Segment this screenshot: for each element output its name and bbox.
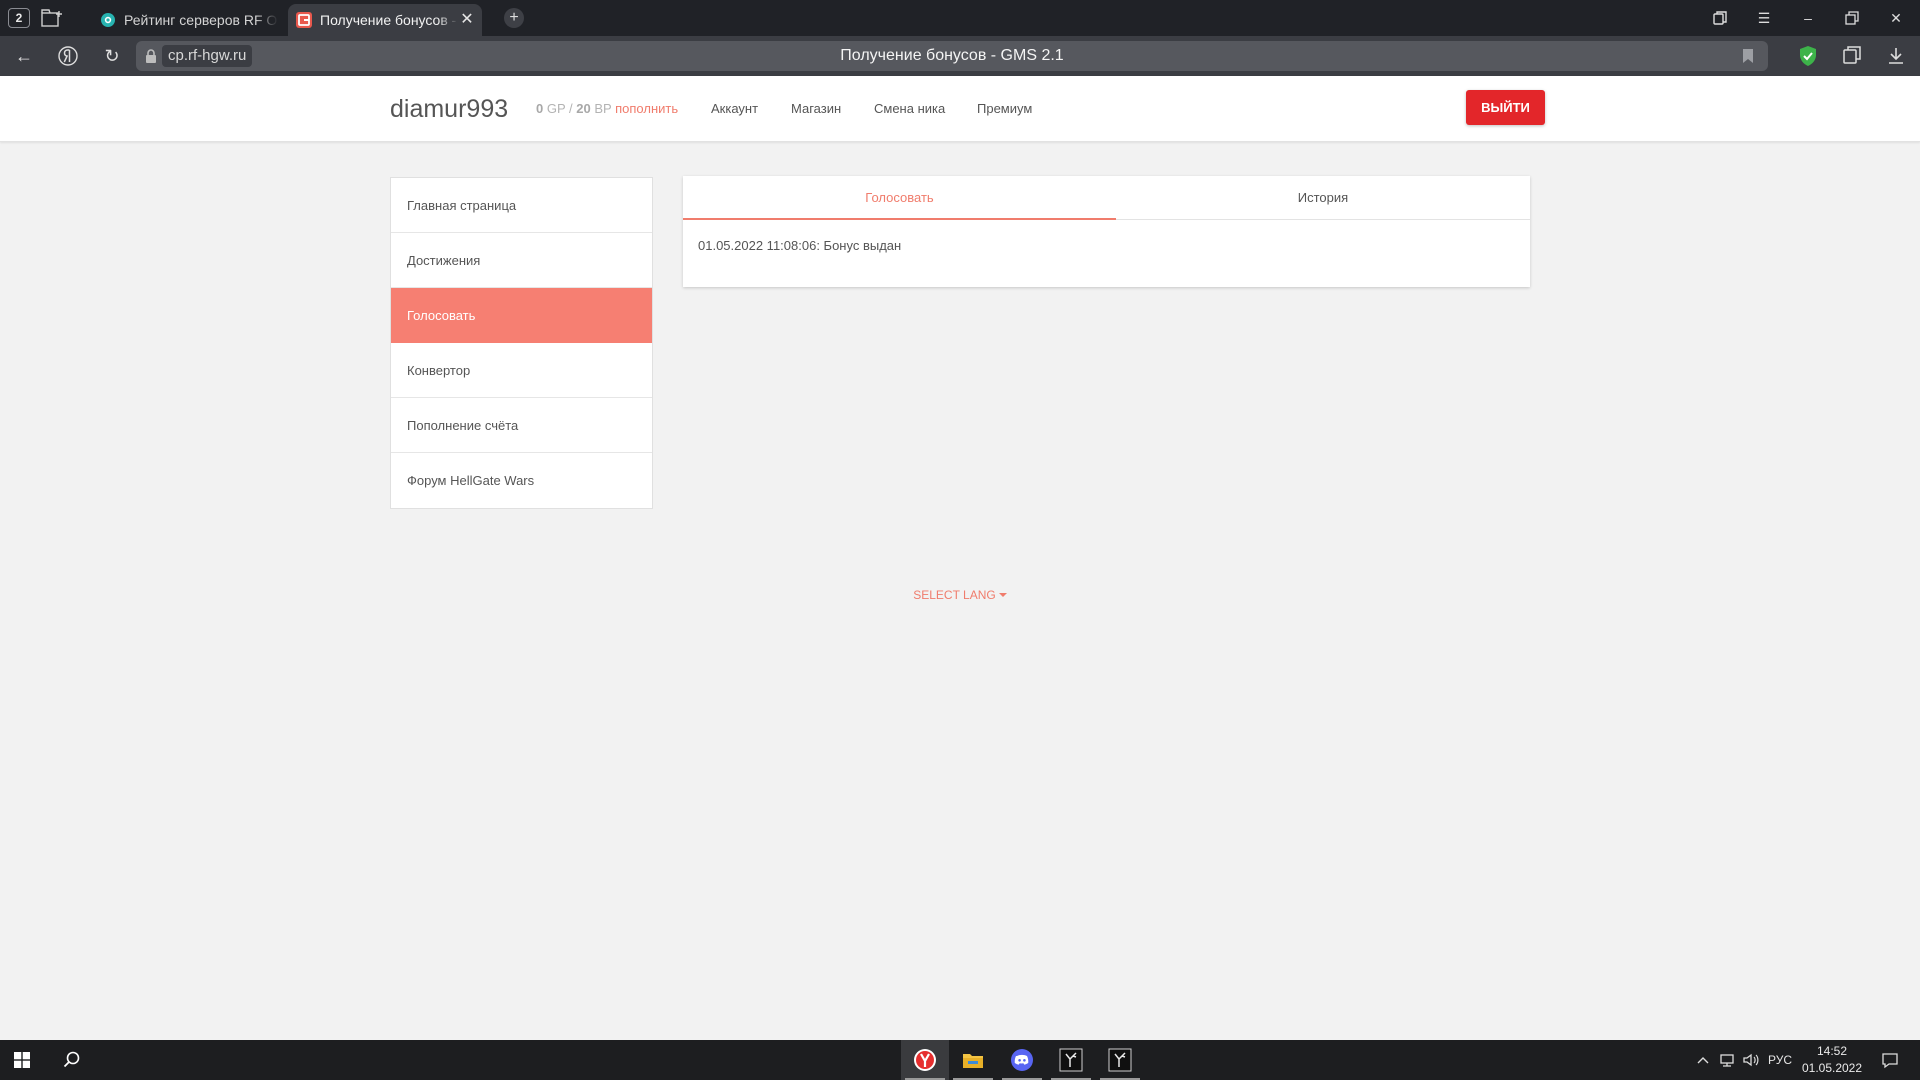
- tab-title: Получение бонусов - GMS 2.1: [320, 12, 458, 28]
- gp-value: 0: [536, 101, 544, 116]
- browser-tab-rating[interactable]: Рейтинг серверов RF Online: [92, 4, 278, 36]
- rating-site-favicon: [100, 12, 116, 28]
- account-balance: 0 GP / 20 BP пополнить: [536, 101, 678, 117]
- bookmark-icon[interactable]: [1742, 48, 1754, 64]
- sidebar-item-converter[interactable]: Конвертор: [391, 343, 652, 398]
- bp-value: 20: [576, 101, 591, 116]
- yandex-icon[interactable]: [56, 44, 80, 68]
- browser-tab-bonus[interactable]: Получение бонусов - GMS 2.1 ✕: [288, 4, 482, 36]
- logout-button[interactable]: ВЫЙТИ: [1466, 90, 1545, 125]
- nav-shop[interactable]: Магазин: [791, 101, 841, 117]
- windows-taskbar: РУС 14:52 01.05.2022: [0, 1040, 1920, 1080]
- tab-count-badge[interactable]: 2: [8, 8, 30, 28]
- reload-icon[interactable]: ↻: [100, 44, 124, 68]
- folder-icon: [963, 1054, 983, 1068]
- taskbar-yandex-browser[interactable]: [901, 1040, 949, 1080]
- sidebar-item-topup[interactable]: Пополнение счёта: [391, 398, 652, 453]
- sidebar-item-forum[interactable]: Форум HellGate Wars: [391, 453, 652, 508]
- url-field[interactable]: cp.rf-hgw.ru Получение бонусов - GMS 2.1: [136, 41, 1768, 71]
- sidebar-item-achievements[interactable]: Достижения: [391, 233, 652, 288]
- menu-icon[interactable]: ☰: [1752, 6, 1776, 30]
- vote-panel-tabs: Голосовать История: [683, 176, 1530, 220]
- restore-icon[interactable]: [1840, 6, 1864, 30]
- new-tab-group-icon[interactable]: [40, 8, 64, 28]
- bonus-log-entry: 01.05.2022 11:08:06: Бонус выдан: [698, 238, 902, 253]
- gp-unit: GP: [546, 101, 566, 116]
- collections-icon[interactable]: [1708, 6, 1732, 30]
- gms-favicon: [296, 12, 312, 28]
- tray-chevron-up-icon[interactable]: [1696, 1050, 1710, 1070]
- vote-panel: Голосовать История 01.05.2022 11:08:06: …: [683, 176, 1530, 287]
- taskbar-clock[interactable]: 14:52 01.05.2022: [1796, 1043, 1868, 1077]
- nav-change-nick[interactable]: Смена ника: [874, 101, 945, 117]
- extensions-icon[interactable]: [1840, 44, 1864, 68]
- sidebar-menu: Главная страница Достижения Голосовать К…: [390, 177, 653, 509]
- close-tab-icon[interactable]: ✕: [458, 11, 476, 29]
- language-select: SELECT LANG: [0, 588, 1920, 602]
- download-icon[interactable]: [1884, 44, 1908, 68]
- topup-link[interactable]: пополнить: [615, 101, 678, 116]
- taskbar-game-launcher-2[interactable]: [1096, 1040, 1144, 1080]
- network-icon[interactable]: [1718, 1050, 1736, 1070]
- sidebar-item-home[interactable]: Главная страница: [391, 178, 652, 233]
- discord-icon: [1011, 1049, 1033, 1071]
- input-language[interactable]: РУС: [1768, 1050, 1792, 1070]
- notification-center-icon[interactable]: [1880, 1050, 1900, 1070]
- taskbar-game-launcher-1[interactable]: [1047, 1040, 1095, 1080]
- language-select-label[interactable]: SELECT LANG: [913, 588, 995, 602]
- bp-unit: BP: [594, 101, 612, 116]
- tab-vote[interactable]: Голосовать: [683, 176, 1116, 220]
- yandex-browser-icon: [914, 1049, 936, 1071]
- volume-icon[interactable]: [1742, 1050, 1760, 1070]
- new-tab-icon[interactable]: +: [504, 8, 524, 28]
- browser-address-bar: ← ↻ cp.rf-hgw.ru Получение бонусов - GMS…: [0, 36, 1920, 76]
- protect-shield-icon[interactable]: [1796, 44, 1820, 68]
- windows-start-icon[interactable]: [14, 1052, 30, 1068]
- nav-account[interactable]: Аккаунт: [711, 101, 758, 117]
- tab-title: Рейтинг серверов RF Online: [124, 12, 278, 28]
- close-window-icon[interactable]: ✕: [1884, 6, 1908, 30]
- browser-tab-strip: 2 Рейтинг серверов RF Online Получение б…: [0, 0, 1920, 36]
- taskbar-discord[interactable]: [998, 1040, 1046, 1080]
- tab-history[interactable]: История: [1116, 176, 1530, 220]
- clock-date: 01.05.2022: [1801, 1061, 1863, 1075]
- url-page-title: Получение бонусов - GMS 2.1: [840, 47, 1064, 64]
- search-icon[interactable]: [62, 1050, 82, 1070]
- balance-separator: /: [569, 101, 573, 116]
- site-header: diamur993 0 GP / 20 BP пополнить Аккаунт…: [0, 76, 1920, 142]
- nav-premium[interactable]: Премиум: [977, 101, 1032, 117]
- caret-down-icon[interactable]: [998, 592, 1007, 597]
- sidebar-item-vote[interactable]: Голосовать: [391, 288, 652, 343]
- back-arrow-icon[interactable]: ←: [12, 44, 36, 68]
- clock-time: 14:52: [1816, 1044, 1848, 1058]
- taskbar-file-explorer[interactable]: [949, 1040, 997, 1080]
- game-launcher-icon: [1108, 1048, 1132, 1072]
- minimize-icon[interactable]: –: [1796, 6, 1820, 30]
- username: diamur993: [390, 95, 509, 123]
- game-launcher-icon: [1059, 1048, 1083, 1072]
